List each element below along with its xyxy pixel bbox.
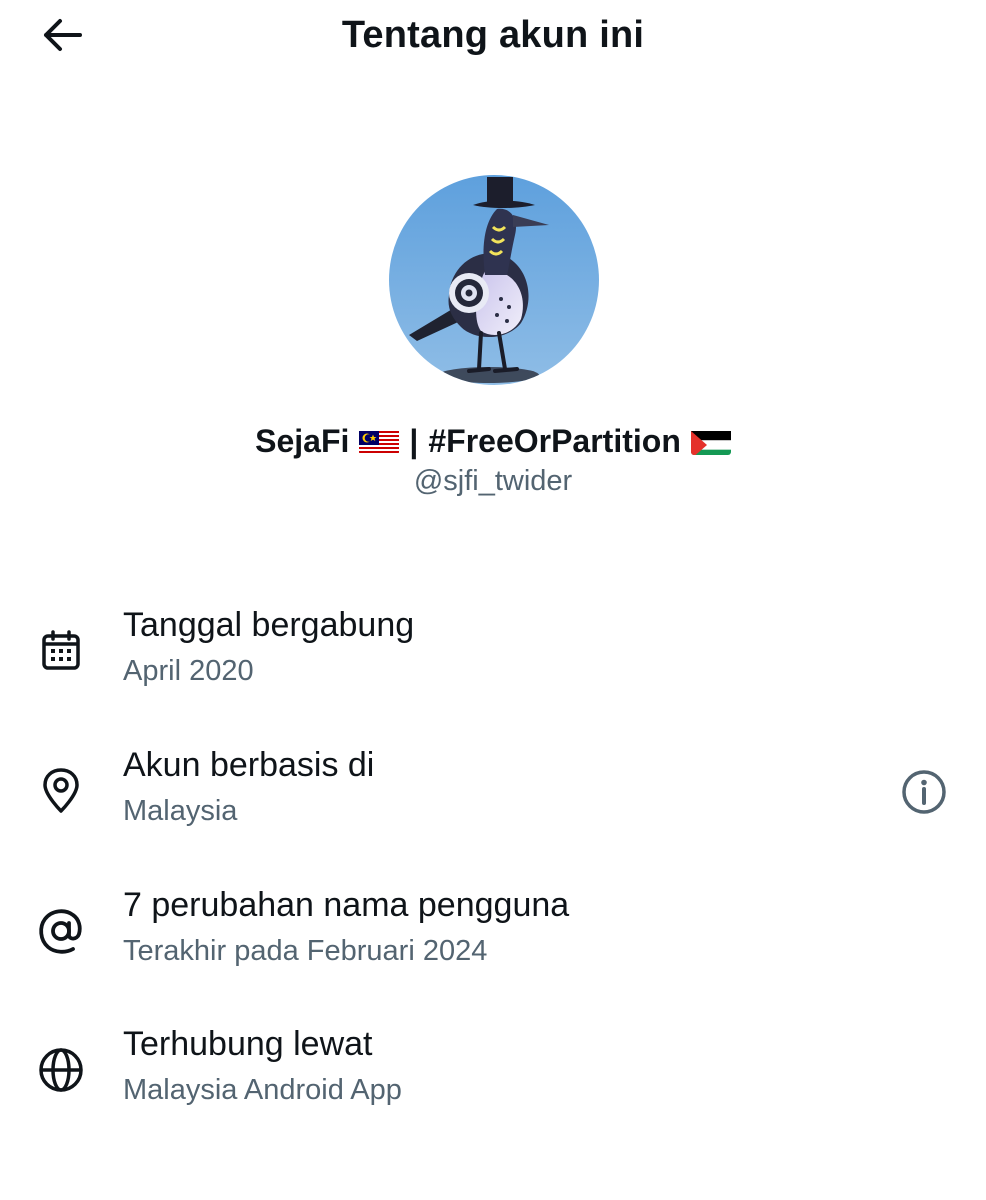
avatar-bird-image	[389, 175, 599, 385]
joined-date-value: April 2020	[123, 655, 254, 687]
display-name-separator: |	[409, 423, 419, 459]
display-name-hashtag: #FreeOrPartition	[428, 423, 681, 459]
page-title: Tentang akun ini	[341, 14, 645, 56]
malaysia-flag-icon	[359, 427, 400, 455]
username-changes-label: 7 perubahan nama pengguna	[123, 886, 570, 924]
user-handle: @sjfi_twider	[413, 465, 573, 497]
info-icon	[902, 770, 946, 814]
calendar-icon	[36, 626, 86, 676]
palestine-flag-icon	[690, 427, 731, 455]
account-location-value: Malaysia	[123, 795, 238, 827]
globe-icon	[36, 1045, 86, 1095]
location-info-button[interactable]	[898, 766, 950, 818]
location-pin-icon	[36, 766, 86, 816]
joined-date-label: Tanggal bergabung	[123, 606, 415, 644]
joined-date-row: Tanggal bergabung April 2020	[0, 602, 986, 712]
at-sign-icon	[36, 906, 86, 956]
username-changes-row: 7 perubahan nama pengguna Terakhir pada …	[0, 882, 986, 992]
account-location-label: Akun berbasis di	[123, 746, 375, 784]
connected-via-row: Terhubung lewat Malaysia Android App	[0, 1021, 986, 1131]
avatar[interactable]	[389, 175, 599, 385]
connected-via-value: Malaysia Android App	[123, 1074, 402, 1106]
display-name-first: SejaFi	[255, 423, 350, 459]
display-name: SejaFi | #FreeOrPartition	[0, 420, 986, 462]
connected-via-label: Terhubung lewat	[123, 1025, 373, 1063]
username-changes-value: Terakhir pada Februari 2024	[123, 935, 488, 967]
top-bar: Tentang akun ini	[0, 0, 986, 72]
account-location-row: Akun berbasis di Malaysia	[0, 742, 986, 852]
